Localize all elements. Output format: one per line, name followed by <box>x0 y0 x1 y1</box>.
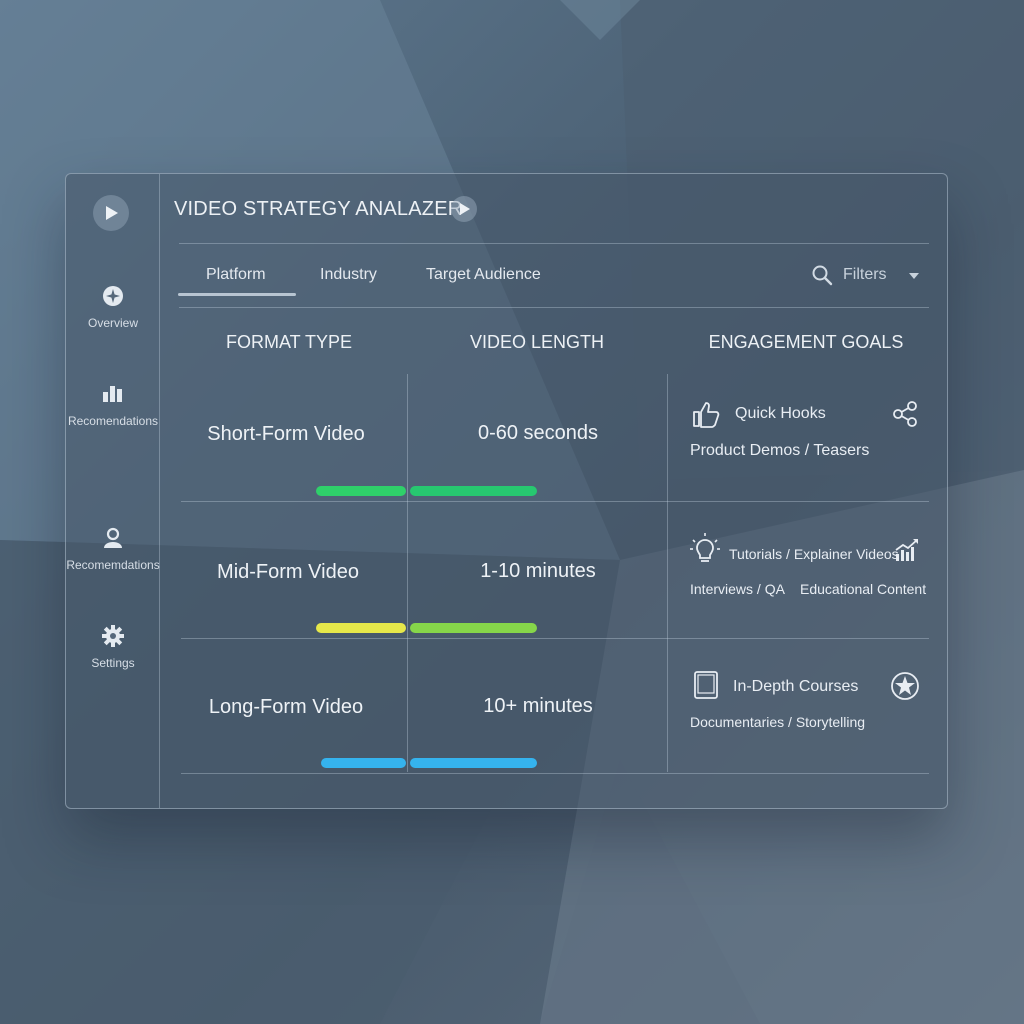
globe-icon <box>891 672 919 700</box>
goal-text: Tutorials / Explainer Videos <box>729 546 899 562</box>
goal-text: In-Depth Courses <box>733 678 859 695</box>
row-divider <box>181 638 929 639</box>
column-header-format: FORMAT TYPE <box>225 332 353 352</box>
length-bar-left <box>321 758 406 768</box>
column-header-length: VIDEO LENGTH <box>469 332 605 352</box>
row-divider <box>181 773 929 774</box>
length-bar-left <box>316 486 406 496</box>
sidebar-item-recommendations[interactable]: Recomendations <box>66 382 160 428</box>
length-bar-right <box>410 623 537 633</box>
search-icon <box>812 265 833 286</box>
page-title: VIDEO STRATEGY ANALAZER <box>174 198 463 220</box>
format-type-cell: Mid-Form Video <box>217 561 359 583</box>
chevron-down-icon <box>909 273 919 279</box>
sidebar-item-recommendations-2[interactable]: Recomemdations <box>66 526 160 572</box>
video-length-cell: 1-10 minutes <box>480 560 596 582</box>
sidebar: Overview Recomendations Recomemdations S… <box>66 174 160 808</box>
divider <box>179 307 929 308</box>
row-divider <box>181 501 929 502</box>
lightbulb-icon <box>690 533 720 562</box>
column-header-goals: ENGAGEMENT GOALS <box>708 332 904 352</box>
goal-text: Product Demos / Teasers <box>690 442 870 459</box>
sidebar-item-label: Settings <box>91 656 135 670</box>
sidebar-item-label: Recomemdations <box>66 558 160 572</box>
format-type-cell: Short-Form Video <box>207 423 365 445</box>
tab-platform[interactable]: Platform <box>206 266 266 284</box>
share-icon[interactable] <box>891 400 919 428</box>
user-icon <box>104 527 122 548</box>
tablet-icon <box>694 671 718 699</box>
goal-text: Quick Hooks <box>735 405 826 422</box>
column-divider <box>407 374 408 772</box>
sidebar-play-button[interactable] <box>93 195 129 231</box>
length-bar-left <box>316 623 406 633</box>
sidebar-item-overview[interactable]: Overview <box>66 284 160 330</box>
chart-icon <box>103 386 122 402</box>
sidebar-item-settings[interactable]: Settings <box>66 624 160 670</box>
format-type-cell: Long-Form Video <box>208 696 364 718</box>
growth-chart-icon <box>895 539 918 561</box>
title-play-button[interactable] <box>451 196 477 222</box>
video-length-cell: 0-60 seconds <box>477 422 599 444</box>
column-divider <box>667 374 668 772</box>
goal-text: Interviews / QA <box>690 581 785 597</box>
filters-label: Filters <box>843 266 887 283</box>
gear-icon <box>102 625 124 647</box>
thumbs-up-icon <box>693 402 720 428</box>
active-tab-indicator <box>178 293 296 296</box>
analyzer-panel: Overview Recomendations Recomemdations S… <box>65 173 948 809</box>
tab-industry[interactable]: Industry <box>320 266 377 284</box>
play-icon <box>106 206 118 220</box>
play-icon <box>460 203 470 215</box>
video-length-cell: 10+ minutes <box>483 695 593 717</box>
goal-text: Educational Content <box>800 581 927 597</box>
tab-target-audience[interactable]: Target Audience <box>426 266 541 284</box>
goal-text: Documentaries / Storytelling <box>690 714 866 730</box>
length-bar-right <box>410 758 537 768</box>
length-bar-right <box>410 486 537 496</box>
divider <box>179 243 929 244</box>
sidebar-item-label: Overview <box>87 316 138 330</box>
sidebar-item-label: Recomendations <box>67 414 159 428</box>
compass-icon <box>103 286 123 306</box>
